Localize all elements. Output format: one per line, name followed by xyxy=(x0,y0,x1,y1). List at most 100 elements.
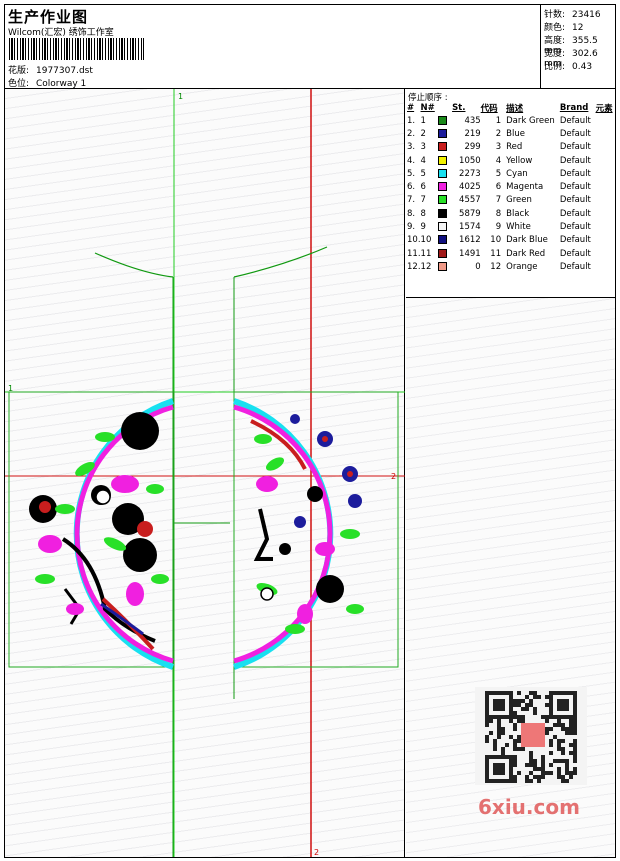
row-code: 2 xyxy=(495,128,502,139)
table-row: 7. 7 4557 7 Green Default xyxy=(406,194,615,207)
row-description: Black xyxy=(506,208,530,219)
watermark-logo: 6xiu.com xyxy=(478,795,580,819)
row-element xyxy=(596,154,615,167)
row-index: 9. xyxy=(407,222,416,233)
colorway-label: 色位: xyxy=(8,79,30,89)
row-index: 3. xyxy=(407,142,416,153)
row-element xyxy=(596,260,615,273)
col-header-brand: Brand xyxy=(559,102,589,113)
row-stitches: 219 xyxy=(464,128,481,139)
row-swatch xyxy=(438,114,452,127)
row-index: 5. xyxy=(407,168,416,179)
embroidery-design: 1 1 2 2 xyxy=(5,89,405,857)
row-element xyxy=(596,234,615,247)
col-header-index: # xyxy=(407,102,415,113)
row-stitches: 1491 xyxy=(459,248,481,259)
color-swatch xyxy=(438,115,448,125)
row-brand: Default xyxy=(559,222,591,233)
design-preview-canvas: 1 1 2 2 xyxy=(5,89,405,857)
stat-colors: 颜色: 12 xyxy=(544,23,584,33)
col-header-description: 描述 xyxy=(506,103,524,114)
row-index: 6. xyxy=(407,182,416,193)
row-needle: 6 xyxy=(420,182,426,193)
stop-sequence-panel: 停止顺序 : # N# St. 代码 描述 Brand 元素 1. 1 435 1 Da… xyxy=(406,89,615,298)
row-swatch xyxy=(438,247,452,260)
color-swatch xyxy=(438,235,448,245)
row-code: 8 xyxy=(495,208,502,219)
row-swatch xyxy=(438,141,452,154)
table-row: 4. 4 1050 4 Yellow Default xyxy=(406,154,615,167)
color-swatch xyxy=(438,155,448,165)
color-swatch xyxy=(438,182,448,192)
color-swatch xyxy=(438,142,448,152)
row-code: 5 xyxy=(495,168,502,179)
production-worksheet: 生产作业图 Wilcom(汇宏) 绣饰工作室 花版: 1977307.dst 色位… xyxy=(4,4,616,858)
row-needle: 4 xyxy=(420,155,426,166)
row-element xyxy=(596,207,615,220)
row-code: 10 xyxy=(490,235,502,246)
medallion-left xyxy=(29,398,174,670)
row-index: 4. xyxy=(407,155,416,166)
row-index: 7. xyxy=(407,195,416,206)
row-index: 8. xyxy=(407,208,416,219)
placket-left xyxy=(172,277,230,524)
row-needle: 5 xyxy=(420,168,426,179)
row-index: 12. xyxy=(407,261,421,272)
header-left: 生产作业图 Wilcom(汇宏) 绣饰工作室 花版: 1977307.dst 色位… xyxy=(5,5,541,89)
medallion-right xyxy=(233,398,364,670)
table-row: 3. 3 299 3 Red Default xyxy=(406,141,615,154)
row-brand: Default xyxy=(559,182,591,193)
row-description: Dark Green xyxy=(506,115,555,126)
table-header-row: # N# St. 代码 描述 Brand 元素 xyxy=(406,101,615,114)
design-stats: 针数: 23416 颜色: 12 高度: 355.5 mm 宽度: 302.6 mm 比… xyxy=(542,5,615,89)
row-code: 1 xyxy=(495,115,502,126)
row-code: 7 xyxy=(495,195,502,206)
qr-code xyxy=(475,687,587,785)
design-line: 花版: 1977307.dst xyxy=(8,63,93,76)
row-swatch xyxy=(438,180,452,193)
row-element xyxy=(596,167,615,180)
row-needle: 2 xyxy=(420,128,426,139)
row-needle: 9 xyxy=(420,222,426,233)
design-value: 1977307.dst xyxy=(36,66,93,76)
row-element xyxy=(596,194,615,207)
stop-sequence-rows: 1. 1 435 1 Dark Green Default 2. 2 219 2 Blue Defau… xyxy=(406,114,615,274)
row-needle: 7 xyxy=(420,195,426,206)
col-header-swatch xyxy=(438,101,452,114)
row-description: Red xyxy=(506,142,523,153)
row-brand: Default xyxy=(559,142,591,153)
row-brand: Default xyxy=(559,208,591,219)
row-brand: Default xyxy=(559,115,591,126)
table-row: 10. 10 1612 10 Dark Blue Default xyxy=(406,234,615,247)
row-code: 11 xyxy=(490,248,502,259)
col-header-needle: N# xyxy=(420,102,435,113)
row-needle: 11 xyxy=(420,248,432,259)
stat-scale: 比例: 0.43 xyxy=(544,62,593,72)
color-swatch xyxy=(438,168,448,178)
row-element xyxy=(596,141,615,154)
row-description: Yellow xyxy=(506,155,533,166)
row-swatch xyxy=(438,167,452,180)
row-element xyxy=(596,247,615,260)
row-brand: Default xyxy=(559,248,591,259)
table-row: 11. 11 1491 11 Dark Red Default xyxy=(406,247,615,260)
guide-label-top: 1 xyxy=(178,92,183,101)
color-swatch xyxy=(438,261,448,271)
row-needle: 8 xyxy=(420,208,426,219)
row-brand: Default xyxy=(559,235,591,246)
color-swatch xyxy=(438,128,448,138)
collar-left xyxy=(94,252,174,278)
stat-stitches: 针数: 23416 xyxy=(544,10,601,20)
row-element xyxy=(596,127,615,140)
row-needle: 1 xyxy=(420,115,426,126)
header: 生产作业图 Wilcom(汇宏) 绣饰工作室 花版: 1977307.dst 色位… xyxy=(5,5,615,89)
colorway-value: Colorway 1 xyxy=(36,79,87,89)
row-swatch xyxy=(438,220,452,233)
row-code: 3 xyxy=(495,142,502,153)
row-brand: Default xyxy=(559,155,591,166)
row-swatch xyxy=(438,127,452,140)
stop-sequence-table: # N# St. 代码 描述 Brand 元素 1. 1 435 1 Dark Gree… xyxy=(406,101,615,274)
collar-right xyxy=(233,246,328,278)
qr-code-graphic xyxy=(485,691,577,783)
col-header-element: 元素 xyxy=(595,103,613,114)
